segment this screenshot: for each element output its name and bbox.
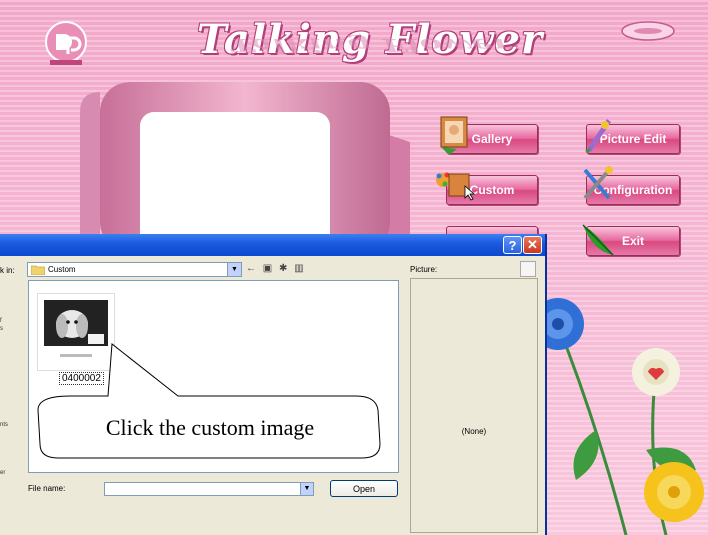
decorative-roses-image bbox=[536, 298, 704, 535]
dialog-title-bar[interactable]: ? ✕ bbox=[0, 234, 545, 256]
place-label[interactable]: s bbox=[0, 326, 3, 332]
exit-button[interactable]: Exit bbox=[582, 224, 680, 256]
exit-leaf-icon bbox=[582, 224, 614, 256]
custom-palette-icon bbox=[436, 172, 476, 201]
up-folder-icon[interactable]: ▣ bbox=[263, 263, 274, 274]
file-type-row bbox=[28, 506, 398, 520]
preview-text: (None) bbox=[461, 427, 487, 436]
dialog-toolbar: ← ▣ ✱ ▥ bbox=[246, 263, 306, 274]
file-thumbnail[interactable] bbox=[37, 293, 115, 371]
configuration-button[interactable]: Configuration bbox=[583, 166, 680, 205]
minimize-ellipse-button[interactable] bbox=[620, 20, 676, 42]
configuration-tools-icon bbox=[583, 166, 613, 200]
file-name-input[interactable]: ▼ bbox=[104, 482, 314, 496]
picture-label: Picture: bbox=[410, 265, 438, 274]
chevron-down-icon[interactable]: ▼ bbox=[300, 483, 313, 495]
close-button[interactable]: ✕ bbox=[523, 236, 542, 254]
gallery-photo-icon bbox=[440, 116, 468, 155]
gallery-button-label: Gallery bbox=[471, 132, 513, 146]
place-label[interactable]: nts bbox=[0, 422, 8, 428]
look-in-label: k in: bbox=[0, 266, 15, 275]
open-file-dialog: ? ✕ k in: Custom ▼ ← ▣ ✱ ▥ Picture: f s … bbox=[0, 234, 547, 535]
view-menu-icon[interactable]: ▥ bbox=[294, 263, 305, 274]
look-in-value: Custom bbox=[48, 265, 76, 274]
open-button[interactable]: Open bbox=[330, 480, 398, 497]
back-arrow-icon[interactable]: ← bbox=[246, 263, 258, 274]
picture-preview-toggle-icon[interactable] bbox=[520, 261, 536, 277]
place-label[interactable]: er bbox=[0, 470, 5, 476]
picture-edit-button[interactable]: Picture Edit bbox=[585, 119, 680, 154]
help-button[interactable]: ? bbox=[503, 236, 522, 254]
dog-photo-image bbox=[44, 300, 108, 357]
callout-text: Click the custom image bbox=[105, 415, 315, 440]
file-name-label: File name: bbox=[28, 484, 66, 493]
gallery-button[interactable]: Gallery bbox=[440, 116, 538, 155]
chevron-down-icon[interactable]: ▼ bbox=[227, 263, 241, 276]
talking-flower-app: Talking Flower Talking Flower Gallery Cu… bbox=[0, 0, 708, 535]
picture-preview-pane: (None) bbox=[410, 278, 538, 533]
app-logo-icon bbox=[45, 21, 87, 65]
picture-edit-brush-icon bbox=[585, 119, 611, 153]
custom-button[interactable]: Custom bbox=[436, 172, 538, 205]
place-label[interactable]: f bbox=[0, 318, 2, 324]
exit-button-label: Exit bbox=[621, 234, 644, 248]
photo-frame bbox=[80, 82, 410, 252]
new-folder-icon[interactable]: ✱ bbox=[279, 263, 289, 274]
app-title-reflection: Talking Flower bbox=[228, 34, 512, 56]
folder-icon bbox=[31, 265, 45, 275]
look-in-dropdown[interactable]: Custom ▼ bbox=[27, 262, 242, 277]
file-item-label[interactable]: 0400002 bbox=[59, 372, 104, 385]
